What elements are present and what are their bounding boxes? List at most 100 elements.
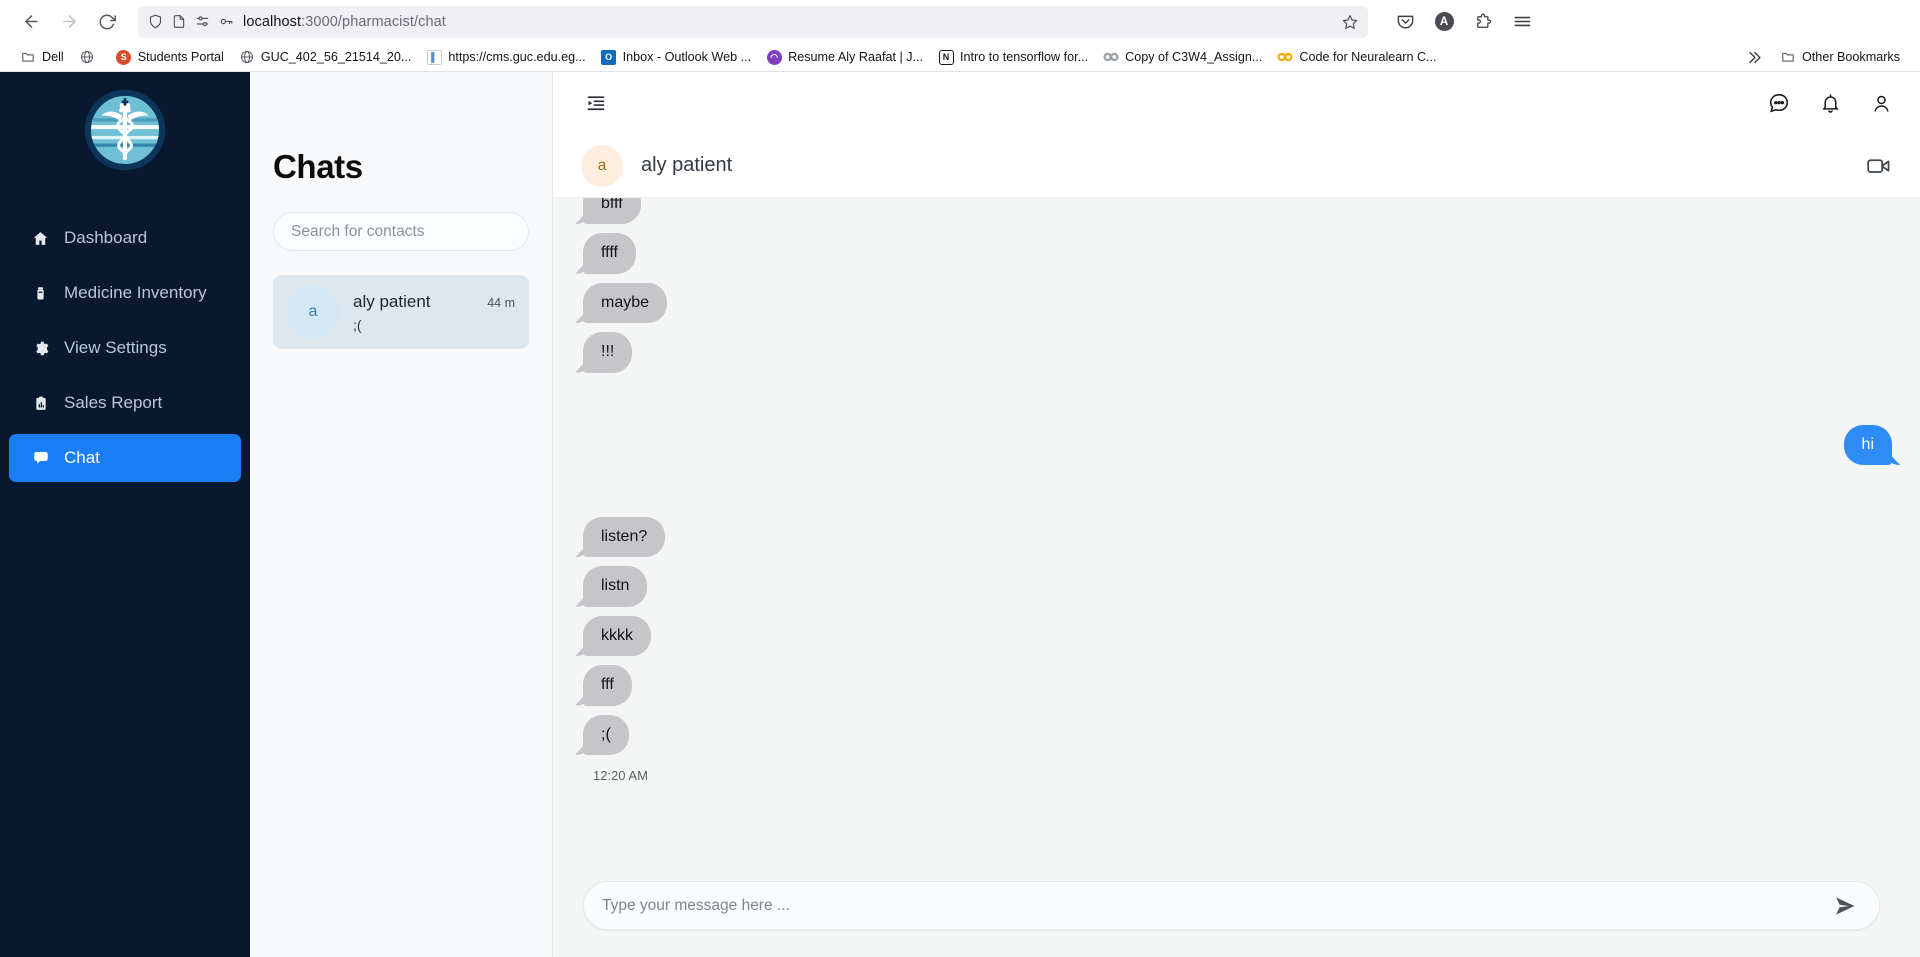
message-bubble-incoming: listn [583, 566, 648, 607]
sidebar-item-dashboard[interactable]: Dashboard [9, 214, 241, 262]
pharmacy-caduceus-logo [83, 88, 167, 172]
message-row: maybe [583, 282, 1892, 332]
sidebar-item-sales-report[interactable]: Sales Report [9, 379, 241, 427]
chats-panel: Chats a aly patient 44 m ;( [250, 72, 553, 957]
bookmark-item[interactable]: O Inbox - Outlook Web ... [594, 46, 759, 68]
extensions-puzzle-icon[interactable] [1468, 7, 1498, 37]
user-icon[interactable] [1871, 93, 1892, 114]
chevron-double-right-icon[interactable] [1741, 49, 1772, 66]
sidebar-item-label: Dashboard [64, 228, 148, 247]
bookmark-label: Dell [42, 50, 64, 64]
browser-nav-bar: localhost:3000/pharmacist/chat A [0, 0, 1920, 43]
browser-chrome: localhost:3000/pharmacist/chat A Dell S … [0, 0, 1920, 72]
account-avatar[interactable]: A [1429, 7, 1459, 37]
message-row: !!! [583, 332, 1892, 381]
home-icon [31, 230, 50, 247]
bookmark-item[interactable]: GUC_402_56_21514_20... [232, 46, 419, 68]
sidebar-item-label: Sales Report [64, 393, 163, 412]
bookmark-item[interactable] [72, 46, 108, 68]
message-row: listn [583, 566, 1892, 615]
reload-button[interactable] [90, 5, 124, 39]
bookmark-item[interactable]: Copy of C3W4_Assign... [1096, 46, 1269, 68]
message-bubble-incoming: ffff [583, 233, 636, 274]
contact-top-row: aly patient 44 m [353, 292, 515, 312]
bookmarks-bar: Dell S Students Portal GUC_402_56_21514_… [0, 43, 1920, 72]
bookmark-label: https://cms.guc.edu.eg... [448, 50, 586, 64]
sidebar-nav-list: Dashboard Medicine Inventory View Settin… [0, 214, 250, 482]
message-row: bfff [583, 198, 1892, 233]
globe-icon [79, 49, 95, 65]
page-icon [172, 14, 186, 29]
other-bookmarks-button[interactable]: Other Bookmarks [1773, 46, 1907, 68]
avatar: a [287, 286, 339, 338]
url-text[interactable]: localhost:3000/pharmacist/chat [243, 14, 1333, 30]
bookmark-item[interactable]: N Intro to tensorflow for... [931, 46, 1095, 68]
bookmark-label: Code for Neuralearn C... [1299, 50, 1437, 64]
back-button[interactable] [14, 5, 48, 39]
message-group-gap [583, 382, 1892, 425]
chat-bubble-icon [31, 449, 50, 467]
application-root: Dashboard Medicine Inventory View Settin… [0, 72, 1920, 957]
bookmark-item[interactable]: Code for Neuralearn C... [1270, 46, 1443, 68]
avatar: a [581, 144, 623, 187]
sidebar-item-label: Chat [64, 448, 100, 467]
favicon: S [116, 49, 132, 65]
account-initial: A [1434, 12, 1454, 31]
bookmark-label: Intro to tensorflow for... [960, 50, 1089, 64]
topbar-icon-group [1768, 92, 1892, 114]
bookmark-item[interactable]: S Students Portal [109, 46, 231, 68]
search-input[interactable] [273, 212, 529, 251]
messages-icon[interactable] [1768, 92, 1790, 114]
pocket-icon[interactable] [1390, 7, 1420, 37]
hamburger-menu-icon[interactable] [1507, 7, 1537, 37]
forward-button[interactable] [52, 5, 86, 39]
message-input[interactable] [602, 896, 1819, 915]
favicon [1103, 49, 1119, 65]
message-list[interactable]: bfff ffff maybe !!! hi listen? listn kkk… [553, 198, 1920, 869]
contact-list-item[interactable]: a aly patient 44 m ;( [273, 275, 529, 349]
sidebar-item-chat[interactable]: Chat [9, 434, 241, 482]
message-row: kkkk [583, 615, 1892, 665]
permissions-icon[interactable] [195, 14, 210, 29]
chats-title: Chats [273, 148, 363, 185]
bookmark-label: Resume Aly Raafat | J... [788, 50, 924, 64]
other-bookmarks-label: Other Bookmarks [1802, 50, 1900, 64]
sidebar-collapse-icon[interactable] [585, 93, 607, 113]
bookmark-label: Inbox - Outlook Web ... [622, 50, 752, 64]
browser-toolbar-right: A [1386, 7, 1537, 37]
shield-icon [148, 14, 163, 29]
url-path: :3000/pharmacist/chat [301, 13, 446, 30]
gear-icon [31, 340, 50, 357]
chat-main: a aly patient bfff ffff maybe !!! hi lis… [553, 72, 1920, 957]
bookmark-item[interactable]: ▌ https://cms.guc.edu.eg... [419, 46, 592, 68]
folder-icon [1780, 49, 1796, 65]
contact-name: aly patient [353, 291, 431, 311]
folder-icon [20, 49, 36, 65]
sidebar-item-view-settings[interactable]: View Settings [9, 324, 241, 372]
bookmark-item[interactable]: Dell [13, 46, 71, 68]
message-row: listen? [583, 516, 1892, 566]
key-icon[interactable] [219, 14, 234, 29]
bookmark-label: Students Portal [137, 50, 224, 64]
star-icon[interactable] [1342, 14, 1358, 30]
send-icon[interactable] [1819, 894, 1857, 918]
message-row: ffff [583, 233, 1892, 282]
favicon: ▌ [426, 49, 442, 65]
video-camera-icon[interactable] [1867, 156, 1892, 176]
clipboard-icon [31, 395, 50, 412]
bookmark-item[interactable]: ◠ Resume Aly Raafat | J... [759, 46, 930, 68]
message-group-gap [583, 474, 1892, 517]
bell-icon[interactable] [1820, 93, 1841, 114]
address-bar[interactable]: localhost:3000/pharmacist/chat [138, 5, 1368, 38]
conversation-title: aly patient [641, 154, 733, 176]
sidebar-item-label: View Settings [64, 338, 167, 357]
contact-timestamp: 44 m [487, 295, 515, 310]
globe-icon [239, 49, 255, 65]
message-bubble-incoming: listen? [583, 516, 666, 558]
sidebar-item-medicine-inventory[interactable]: Medicine Inventory [9, 269, 241, 317]
composer-field-wrapper[interactable] [583, 881, 1880, 930]
sidebar-item-label: Medicine Inventory [64, 283, 207, 302]
url-host: localhost [243, 13, 302, 30]
message-bubble-incoming: fff [583, 665, 632, 706]
message-bubble-incoming: !!! [583, 332, 633, 373]
